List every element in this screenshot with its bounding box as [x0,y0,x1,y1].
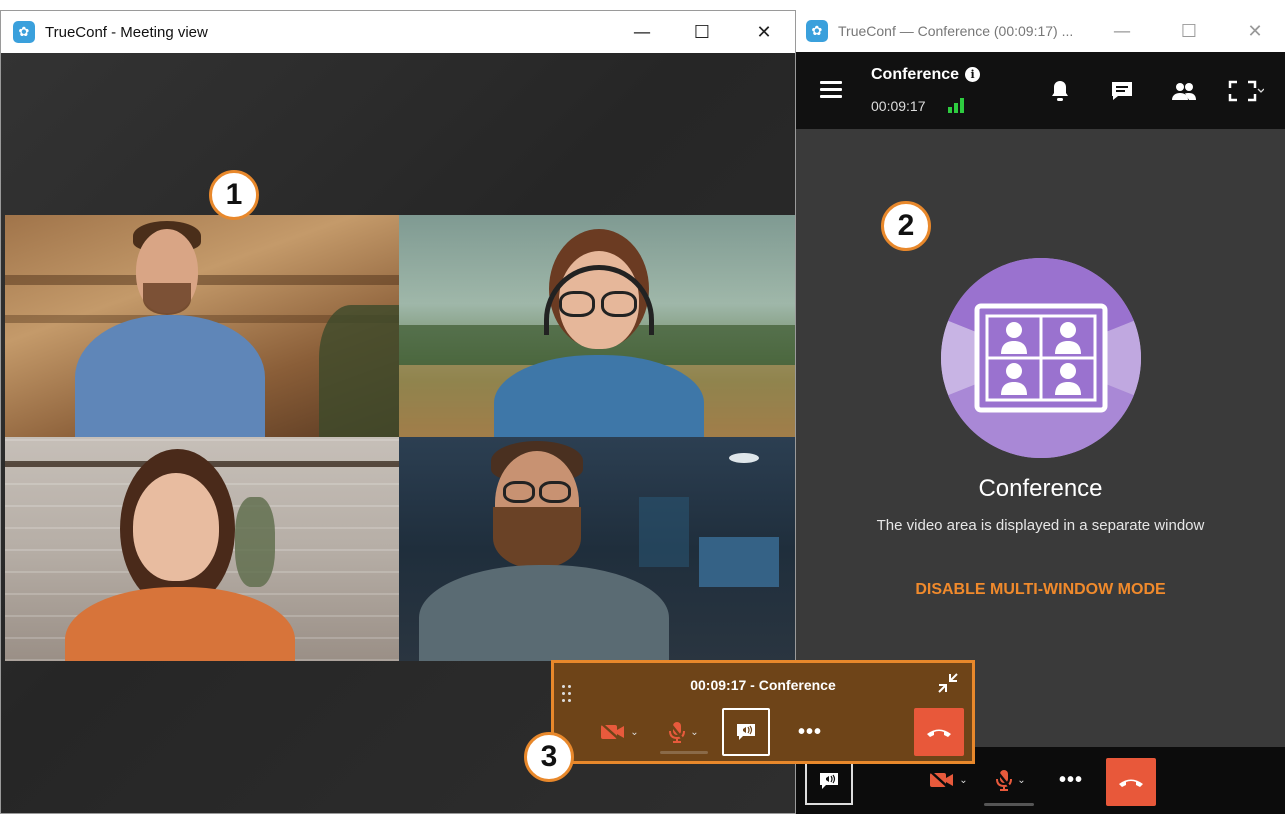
camera-off-button[interactable]: ⌄ [594,715,644,749]
window-title: TrueConf - Meeting view [45,23,208,41]
disable-multi-window-link[interactable]: DISABLE MULTI-WINDOW MODE [796,581,1285,599]
maximize-button[interactable]: ☐ [679,11,725,53]
info-icon[interactable]: i [965,67,981,82]
more-icon[interactable]: ••• [1051,765,1091,795]
signal-icon [948,97,966,113]
speaker-button[interactable] [805,757,853,805]
screen: ✿ TrueConf - Meeting view — ☐ ✕ 1 ✿ True… [0,0,1285,814]
close-button[interactable]: ✕ [741,11,787,53]
minimize-button[interactable]: — [1099,10,1145,52]
participants-icon[interactable] [1169,76,1199,106]
trueconf-logo-icon: ✿ [806,20,828,42]
mic-off-icon [995,769,1014,791]
hamburger-icon[interactable] [820,81,842,98]
callout-badge-2: 2 [881,201,931,251]
callout-badge-3: 3 [524,732,574,782]
end-call-icon [927,729,951,737]
camera-off-icon [600,722,625,742]
close-button[interactable]: ✕ [1232,10,1278,52]
speaker-button[interactable] [722,708,770,756]
callout-badge-1: 1 [209,170,259,220]
meeting-view-titlebar: ✿ TrueConf - Meeting view — ☐ ✕ [1,11,795,53]
conference-titlebar: ✿ TrueConf — Conference (00:09:17) ... —… [796,10,1285,52]
conference-name: Conference i [871,66,981,84]
mic-off-button[interactable]: ⌄ [660,715,706,749]
video-tile-participant-1[interactable] [5,215,399,437]
maximize-button[interactable]: ☐ [1166,10,1212,52]
conference-header: Conference i 00:09:17 [796,52,1285,129]
minimize-button[interactable]: — [619,11,665,53]
end-call-icon [1119,779,1143,787]
more-icon[interactable]: ••• [790,715,830,749]
mic-off-button[interactable]: ⌄ [988,765,1032,795]
collapse-button[interactable] [934,669,962,697]
bell-icon[interactable] [1045,76,1075,106]
collapse-icon [938,673,958,693]
placeholder-subtitle: The video area is displayed in a separat… [876,517,1205,534]
conference-illustration [941,258,1141,458]
end-call-button[interactable] [914,708,964,756]
speaker-icon [737,724,755,740]
video-tile-participant-4[interactable] [399,437,795,661]
conference-timer: 00:09:17 [871,98,926,114]
video-tile-participant-2[interactable] [399,215,795,437]
placeholder-title: Conference [978,475,1103,502]
camera-off-button[interactable]: ⌄ [924,765,972,795]
end-call-button[interactable] [1106,758,1156,806]
trueconf-logo-icon: ✿ [13,21,35,43]
fullscreen-icon[interactable] [1224,76,1268,106]
panel-title: 00:09:17 - Conference [690,677,836,693]
mic-level-indicator [984,803,1034,806]
window-title: TrueConf — Conference (00:09:17) ... [838,23,1074,39]
speaker-icon [820,773,838,789]
chat-icon[interactable] [1107,76,1137,106]
mic-level-indicator [660,751,708,754]
mic-off-icon [668,721,687,743]
video-tile-participant-3[interactable] [5,437,399,661]
floating-control-panel[interactable]: 00:09:17 - Conference ⌄ ⌄ ••• [551,660,975,764]
conference-body: Conference The video area is displayed i… [796,129,1285,747]
camera-off-icon [929,770,954,790]
